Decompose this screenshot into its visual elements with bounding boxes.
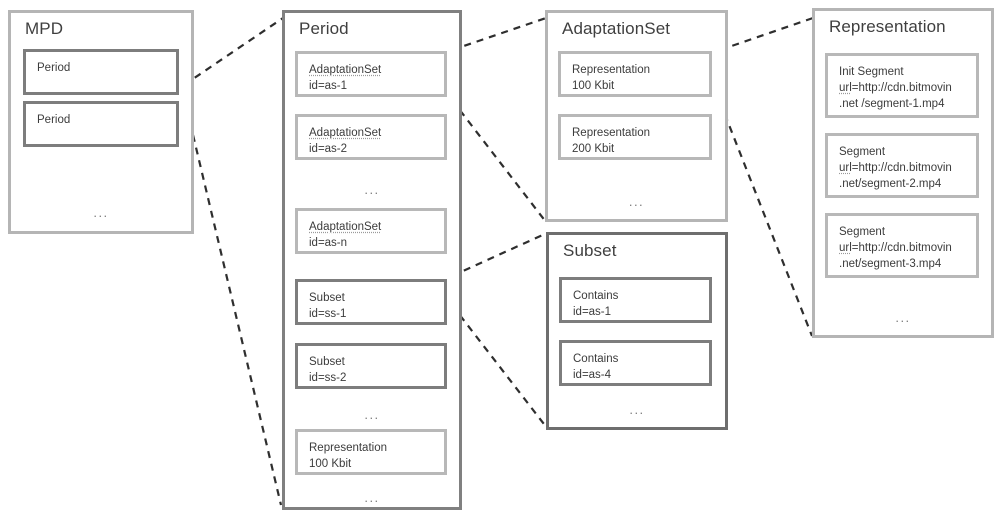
item-label: AdaptationSet	[309, 62, 433, 78]
ellipsis-mpd: ...	[93, 205, 109, 220]
item-url-line-2: .net/segment-3.mp4	[839, 258, 942, 270]
item-period-adaptationset-2[interactable]: AdaptationSet id=as-2	[295, 114, 447, 160]
item-label: Period	[37, 114, 71, 126]
card-period[interactable]: Period AdaptationSet id=as-1 AdaptationS…	[282, 10, 462, 510]
url-rest: =http://cdn.bitmovin	[851, 242, 952, 254]
connector-period-subset	[451, 231, 548, 278]
item-label: Period	[37, 62, 71, 74]
item-rate: 100 Kbit	[309, 458, 352, 470]
item-id: id=ss-1	[309, 308, 347, 320]
connector-adaptationset-representation-2	[718, 101, 814, 337]
item-period-subset-2[interactable]: Subset id=ss-2	[295, 343, 447, 389]
item-period-representation[interactable]: Representation 100 Kbit	[295, 429, 447, 475]
ellipsis-subset: ...	[629, 402, 645, 417]
ellipsis-period-1: ...	[364, 182, 380, 197]
item-url-line-2: .net /segment-1.mp4	[839, 98, 945, 110]
connector-mpd-period-2	[182, 96, 283, 506]
item-rate: 100 Kbit	[572, 80, 615, 92]
connector-adaptationset-representation	[719, 16, 814, 52]
item-mpd-period-2[interactable]: Period	[23, 101, 179, 147]
card-representation[interactable]: Representation Init Segment url=http://c…	[812, 8, 994, 338]
connector-mpd-period	[183, 17, 284, 86]
item-url-line-1: url=http://cdn.bitmovin	[839, 80, 965, 96]
item-period-adaptationset-n[interactable]: AdaptationSet id=as-n	[295, 208, 447, 254]
item-as-representation-2[interactable]: Representation 200 Kbit	[558, 114, 712, 160]
card-title-adaptationset: AdaptationSet	[562, 19, 671, 38]
item-label: Representation	[572, 127, 650, 139]
item-label: Representation	[309, 442, 387, 454]
item-id: id=ss-2	[309, 372, 347, 384]
item-rate: 200 Kbit	[572, 143, 615, 155]
url-keyword: url	[839, 242, 852, 254]
item-subset-contains-2[interactable]: Contains id=as-4	[559, 340, 712, 386]
item-as-representation-1[interactable]: Representation 100 Kbit	[558, 51, 712, 97]
url-rest: =http://cdn.bitmovin	[851, 162, 952, 174]
url-keyword: url	[839, 82, 852, 94]
card-subset[interactable]: Subset Contains id=as-1 Contains id=as-4…	[546, 232, 728, 430]
adaptationset-name: AdaptationSet	[309, 127, 382, 139]
card-title-period: Period	[299, 19, 349, 38]
ellipsis-adaptationset: ...	[628, 194, 645, 209]
item-period-subset-1[interactable]: Subset id=ss-1	[295, 279, 447, 325]
item-id: id=as-1	[309, 80, 348, 92]
item-id: id=as-n	[309, 237, 348, 249]
item-label: Segment	[839, 146, 886, 158]
item-label: Segment	[839, 226, 886, 238]
item-label: Contains	[573, 290, 619, 302]
item-rep-segment-3[interactable]: Segment url=http://cdn.bitmovin .net/seg…	[825, 213, 979, 278]
card-mpd[interactable]: MPD Period Period ...	[8, 10, 194, 234]
url-rest: =http://cdn.bitmovin	[851, 82, 952, 94]
card-title-subset: Subset	[563, 241, 617, 260]
item-label: Contains	[573, 353, 619, 365]
item-label: Representation	[572, 64, 650, 76]
item-rep-segment-2[interactable]: Segment url=http://cdn.bitmovin .net/seg…	[825, 133, 979, 198]
card-title-mpd: MPD	[25, 19, 64, 38]
adaptationset-name: AdaptationSet	[309, 221, 382, 233]
url-keyword: url	[839, 162, 852, 174]
card-adaptationset[interactable]: AdaptationSet Representation 100 Kbit Re…	[545, 10, 728, 222]
item-id: id=as-4	[573, 369, 612, 381]
item-label: AdaptationSet	[309, 219, 433, 235]
item-url-line-1: url=http://cdn.bitmovin	[839, 240, 965, 256]
item-label: Subset	[309, 356, 345, 368]
ellipsis-period-3: ...	[364, 490, 380, 505]
item-label: Init Segment	[839, 66, 904, 78]
item-id: id=as-1	[573, 306, 612, 318]
item-label: Subset	[309, 292, 345, 304]
diagram-canvas: MPD Period Period ... Period AdaptationS…	[0, 0, 1000, 517]
item-id: id=as-2	[309, 143, 348, 155]
card-title-representation: Representation	[829, 17, 946, 36]
ellipsis-representation: ...	[895, 310, 911, 325]
item-mpd-period-1[interactable]: Period	[23, 49, 179, 95]
item-rep-init-segment[interactable]: Init Segment url=http://cdn.bitmovin .ne…	[825, 53, 979, 118]
connector-period-subset-2	[451, 304, 548, 429]
ellipsis-period-2: ...	[364, 407, 380, 422]
item-subset-contains-1[interactable]: Contains id=as-1	[559, 277, 712, 323]
connector-period-adaptationset	[451, 16, 547, 52]
item-url-line-1: url=http://cdn.bitmovin	[839, 160, 965, 176]
item-url-line-2: .net/segment-2.mp4	[839, 178, 942, 190]
connector-period-adaptationset-2	[451, 99, 547, 223]
item-label: AdaptationSet	[309, 125, 433, 141]
item-period-adaptationset-1[interactable]: AdaptationSet id=as-1	[295, 51, 447, 97]
adaptationset-name: AdaptationSet	[309, 64, 382, 76]
